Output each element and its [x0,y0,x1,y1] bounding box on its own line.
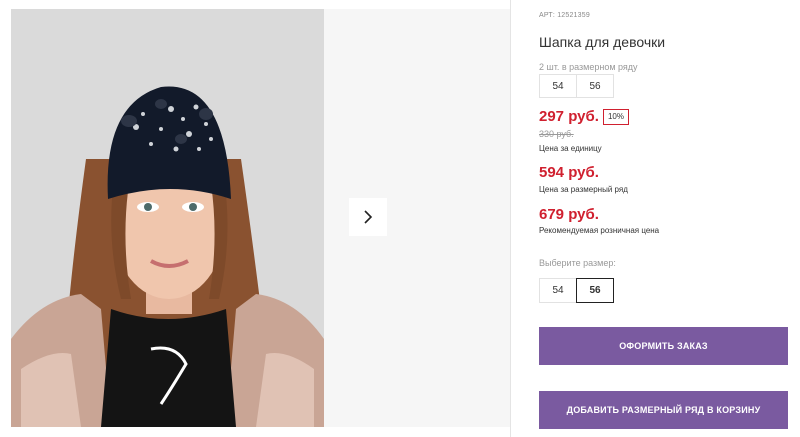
retail-price-caption: Рекомендуемая розничная цена [539,226,660,235]
panel-divider [510,0,511,437]
order-button[interactable]: ОФОРМИТЬ ЗАКАЗ [539,327,788,365]
choose-size-label: Выберите размер: [539,258,616,268]
product-photo [11,9,324,427]
size-option-54[interactable]: 54 [539,278,577,303]
size-range-item: 54 [539,74,577,98]
unit-price-row: 297 руб. 10% [539,108,629,125]
size-range-item: 56 [576,74,614,98]
size-range-note: 2 шт. в размерном ряду [539,62,638,72]
unit-price: 297 руб. [539,108,599,125]
size-range-list: 54 56 [539,74,614,98]
old-price: 330 руб. [539,129,574,139]
range-price-caption: Цена за размерный ряд [539,185,628,194]
chevron-right-icon [364,210,373,224]
add-range-to-cart-button[interactable]: ДОБАВИТЬ РАЗМЕРНЫЙ РЯД В КОРЗИНУ [539,391,788,429]
range-price: 594 руб. [539,164,599,181]
product-page: АРТ: 12521359 Шапка для девочки 2 шт. в … [0,0,800,437]
size-option-56[interactable]: 56 [576,278,614,303]
size-selector: 54 56 [539,278,614,303]
gallery-next-button[interactable] [349,198,387,236]
discount-badge: 10% [602,108,629,125]
retail-price: 679 руб. [539,206,599,223]
unit-price-caption: Цена за единицу [539,144,602,153]
product-title: Шапка для девочки [539,34,666,50]
article-number: АРТ: 12521359 [539,12,590,19]
